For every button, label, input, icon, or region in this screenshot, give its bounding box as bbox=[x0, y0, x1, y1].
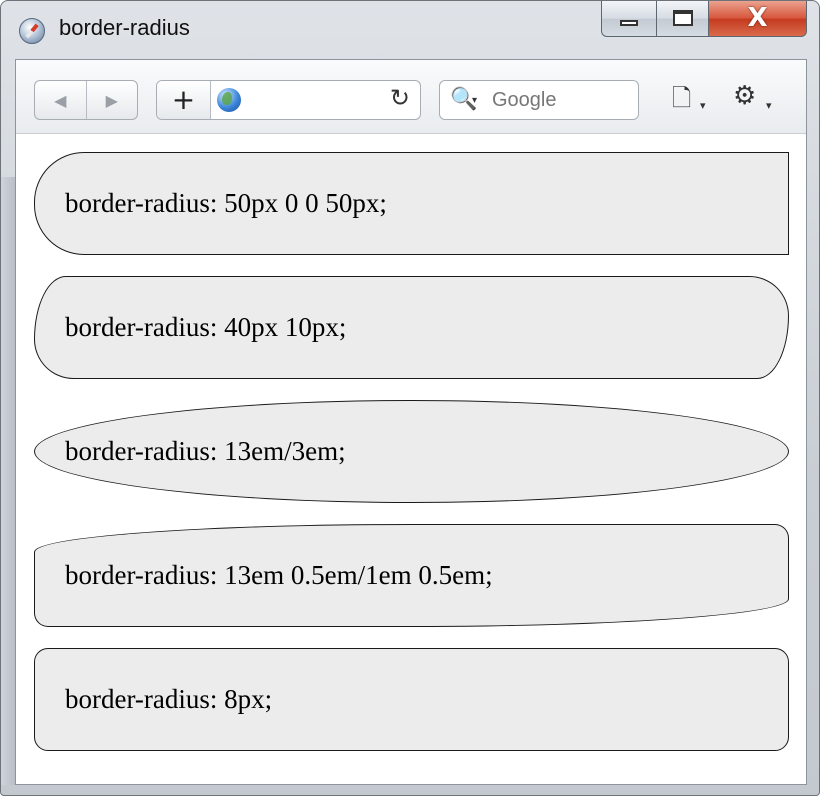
page-content: border-radius: 50px 0 0 50px; border-rad… bbox=[16, 134, 806, 784]
page-menu-icon[interactable]: 🗋 bbox=[672, 86, 691, 110]
browser-window: border-radius X ◀ ▶ + ↻ 🔍 ▾ Google 🗋 ▾ ⚙… bbox=[0, 0, 820, 796]
add-bookmark-button[interactable]: + bbox=[157, 81, 211, 119]
demo-box-4: border-radius: 13em 0.5em/1em 0.5em; bbox=[34, 524, 789, 627]
search-engine-dropdown-icon[interactable]: ▾ bbox=[472, 95, 477, 106]
window-side-edge bbox=[1, 177, 15, 785]
close-icon: X bbox=[747, 3, 768, 33]
back-arrow-icon: ◀ bbox=[54, 90, 67, 110]
navigation-buttons: ◀ ▶ bbox=[34, 80, 138, 120]
demo-box-2: border-radius: 40px 10px; bbox=[34, 276, 789, 379]
back-button[interactable]: ◀ bbox=[35, 81, 86, 119]
minimize-button[interactable] bbox=[601, 1, 657, 37]
tools-menu-dropdown-icon[interactable]: ▾ bbox=[766, 94, 772, 118]
demo-box-1: border-radius: 50px 0 0 50px; bbox=[34, 152, 789, 255]
window-title: border-radius bbox=[59, 15, 190, 40]
gear-icon[interactable]: ⚙ bbox=[733, 83, 756, 109]
close-button[interactable]: X bbox=[709, 1, 807, 37]
maximize-icon bbox=[673, 10, 693, 26]
caption-buttons: X bbox=[601, 1, 807, 39]
globe-icon bbox=[217, 88, 241, 112]
maximize-button[interactable] bbox=[657, 1, 709, 37]
browser-frame: ◀ ▶ + ↻ 🔍 ▾ 🗋 ▾ ⚙ ▾ border-radiu bbox=[15, 59, 807, 785]
forward-arrow-icon: ▶ bbox=[105, 90, 118, 110]
demo-box-5: border-radius: 8px; bbox=[34, 648, 789, 751]
address-bar[interactable]: + ↻ bbox=[156, 80, 421, 120]
title-bar[interactable]: border-radius X bbox=[1, 1, 820, 57]
search-box[interactable]: 🔍 ▾ bbox=[439, 80, 639, 120]
search-input[interactable] bbox=[492, 87, 632, 113]
reload-icon[interactable]: ↻ bbox=[390, 84, 410, 112]
toolbar: ◀ ▶ + ↻ 🔍 ▾ 🗋 ▾ ⚙ ▾ bbox=[16, 60, 806, 134]
forward-button[interactable]: ▶ bbox=[85, 81, 138, 119]
demo-box-3: border-radius: 13em/3em; bbox=[34, 400, 789, 503]
safari-compass-icon bbox=[19, 18, 45, 44]
page-menu-dropdown-icon[interactable]: ▾ bbox=[700, 94, 706, 118]
minimize-icon bbox=[620, 20, 638, 26]
